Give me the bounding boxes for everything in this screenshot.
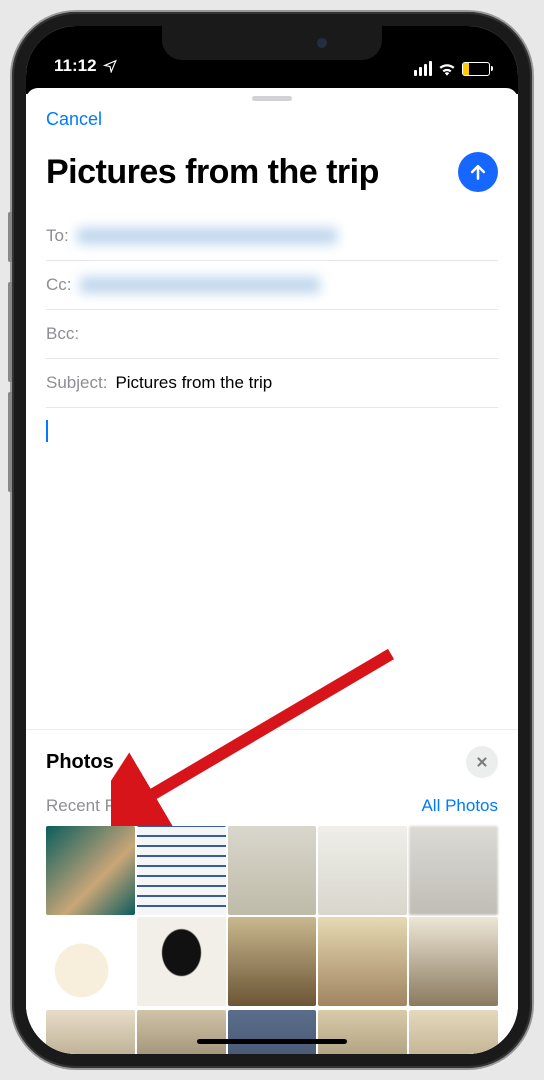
send-button[interactable] xyxy=(458,152,498,192)
photo-thumbnail[interactable] xyxy=(137,917,226,1006)
photo-thumbnail[interactable] xyxy=(409,1010,498,1054)
all-photos-button[interactable]: All Photos xyxy=(421,796,498,816)
photo-grid xyxy=(26,826,518,1010)
wifi-icon xyxy=(438,62,456,76)
photo-thumbnail[interactable] xyxy=(228,1010,317,1054)
home-indicator[interactable] xyxy=(197,1039,347,1044)
bcc-field[interactable]: Bcc: xyxy=(46,310,498,359)
to-field[interactable]: To: xyxy=(46,212,498,261)
to-value-redacted xyxy=(77,228,337,244)
recent-photos-label: Recent Photos xyxy=(46,796,158,816)
sheet-grabber[interactable] xyxy=(252,96,292,101)
subject-label: Subject: xyxy=(46,373,107,393)
cellular-signal-icon xyxy=(414,61,432,76)
battery-icon xyxy=(462,62,490,76)
photo-thumbnail[interactable] xyxy=(137,1010,226,1054)
close-photos-button[interactable] xyxy=(466,746,498,778)
location-icon xyxy=(103,59,117,73)
photo-thumbnail[interactable] xyxy=(409,917,498,1006)
photos-panel-title: Photos xyxy=(46,751,114,774)
text-cursor xyxy=(46,420,48,442)
message-body[interactable] xyxy=(26,408,518,729)
photo-thumbnail[interactable] xyxy=(228,917,317,1006)
subject-field[interactable]: Subject: Pictures from the trip xyxy=(46,359,498,408)
status-time: 11:12 xyxy=(54,56,97,76)
photo-thumbnail[interactable] xyxy=(409,826,498,915)
photo-thumbnail[interactable] xyxy=(318,917,407,1006)
phone-frame: 11:12 Cancel Pictures from the trip xyxy=(12,12,532,1068)
cancel-button[interactable]: Cancel xyxy=(46,109,102,130)
cc-label: Cc: xyxy=(46,275,72,295)
cc-field[interactable]: Cc: xyxy=(46,261,498,310)
bcc-label: Bcc: xyxy=(46,324,79,344)
photo-thumbnail[interactable] xyxy=(46,1010,135,1054)
notch xyxy=(162,26,382,60)
photo-thumbnail[interactable] xyxy=(46,917,135,1006)
photo-thumbnail[interactable] xyxy=(318,826,407,915)
arrow-up-icon xyxy=(468,162,488,182)
to-label: To: xyxy=(46,226,69,246)
photo-thumbnail[interactable] xyxy=(137,826,226,915)
compose-title: Pictures from the trip xyxy=(46,153,448,192)
compose-sheet: Cancel Pictures from the trip To: Cc: xyxy=(26,88,518,1054)
cc-value-redacted xyxy=(80,277,320,293)
subject-value: Pictures from the trip xyxy=(115,373,498,393)
photos-panel: Photos Recent Photos All Photos xyxy=(26,729,518,1054)
close-icon xyxy=(475,755,489,769)
photo-thumbnail[interactable] xyxy=(318,1010,407,1054)
photo-thumbnail[interactable] xyxy=(46,826,135,915)
screen: 11:12 Cancel Pictures from the trip xyxy=(26,26,518,1054)
photo-thumbnail[interactable] xyxy=(228,826,317,915)
